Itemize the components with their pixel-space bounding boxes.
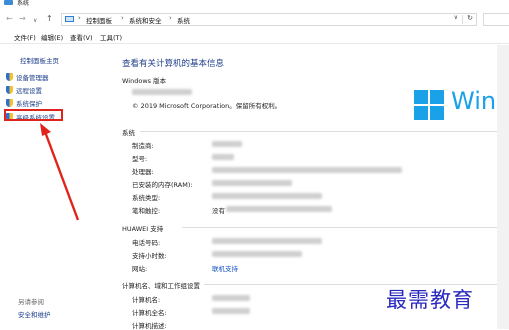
section-divider bbox=[140, 131, 497, 132]
breadcrumb-separator: › bbox=[78, 14, 81, 22]
menu-tools[interactable]: 工具(T) bbox=[100, 32, 122, 42]
model-label: 型号: bbox=[132, 155, 148, 163]
address-dropdown-chevron-icon[interactable]: ∨ bbox=[454, 14, 458, 21]
windows-logo-icon bbox=[414, 90, 444, 120]
computer-name-label: 计算机名: bbox=[132, 296, 161, 304]
breadcrumb-system-security[interactable]: 系统和安全 bbox=[129, 15, 162, 25]
model-value-redacted bbox=[212, 154, 234, 160]
windows-edition-heading: Windows 版本 bbox=[122, 77, 167, 85]
pen-touch-label: 笔和触控: bbox=[132, 207, 161, 215]
sidebar-item-label: 远程设置 bbox=[16, 87, 42, 95]
system-type-value-redacted bbox=[212, 193, 322, 199]
manufacturer-label: 制造商: bbox=[132, 142, 154, 150]
refresh-icon[interactable]: ↻ bbox=[467, 14, 473, 22]
back-arrow-icon[interactable]: ← bbox=[6, 14, 13, 24]
system-window-icon bbox=[4, 0, 13, 5]
menu-file[interactable]: 文件(F) bbox=[14, 32, 36, 42]
search-input[interactable] bbox=[483, 13, 509, 26]
computer-full-name-label: 计算机全名: bbox=[132, 309, 167, 317]
support-hours-label: 支持小时数: bbox=[132, 252, 167, 260]
sidebar-item-label: 系统保护 bbox=[16, 100, 42, 108]
navigation-bar: ← → ∨ ↑ › 控制面板 › 系统和安全 › 系统 ∨ ↻ bbox=[0, 10, 509, 28]
support-heading: HUAWEI 支持 bbox=[122, 225, 164, 233]
sidebar-item-device-manager[interactable]: 设备管理器 bbox=[6, 72, 49, 82]
menu-bar: 文件(F) 编辑(E) 查看(V) 工具(T) bbox=[0, 28, 509, 44]
up-arrow-icon[interactable]: ↑ bbox=[46, 14, 53, 24]
system-heading: 系统 bbox=[122, 129, 135, 137]
processor-label: 处理器: bbox=[132, 168, 154, 176]
edition-name-redacted bbox=[132, 89, 192, 95]
menu-view[interactable]: 查看(V) bbox=[70, 32, 93, 42]
red-arrow-annotation bbox=[40, 123, 80, 221]
system-type-label: 系统类型: bbox=[132, 194, 161, 202]
breadcrumb-system[interactable]: 系统 bbox=[177, 15, 190, 25]
sidebar-item-label: 设备管理器 bbox=[16, 74, 49, 82]
forward-arrow-icon[interactable]: → bbox=[19, 14, 26, 24]
watermark-text: 最需教育 bbox=[386, 288, 474, 312]
shield-icon bbox=[6, 99, 13, 107]
security-maintenance-link[interactable]: 安全和维护 bbox=[18, 309, 51, 319]
windows-logo-text: Win bbox=[451, 87, 497, 115]
support-hours-value-redacted bbox=[212, 251, 302, 257]
breadcrumb-control-panel[interactable]: 控制面板 bbox=[86, 15, 112, 25]
sidebar: 控制面板主页 设备管理器 远程设置 系统保护 高级系统设置 另请参阅 安全和维护 bbox=[0, 45, 112, 329]
phone-value-redacted bbox=[212, 238, 322, 244]
sidebar-item-remote-settings[interactable]: 远程设置 bbox=[6, 85, 42, 95]
section-divider bbox=[182, 227, 497, 228]
ram-label: 已安装的内存(RAM): bbox=[132, 181, 193, 189]
title-bar: 系统 bbox=[0, 0, 509, 8]
phone-label: 电话号码: bbox=[132, 239, 161, 247]
processor-value-redacted bbox=[212, 167, 402, 173]
website-label: 网站: bbox=[132, 265, 148, 273]
breadcrumb-separator: › bbox=[169, 14, 172, 22]
online-support-link[interactable]: 联机支持 bbox=[212, 263, 238, 273]
computer-name-value-redacted bbox=[212, 295, 250, 301]
sidebar-item-control-panel-home[interactable]: 控制面板主页 bbox=[20, 55, 59, 65]
ram-value-redacted bbox=[212, 180, 292, 186]
window-title: 系统 bbox=[17, 0, 30, 7]
address-bar[interactable]: › 控制面板 › 系统和安全 › 系统 ∨ ↻ bbox=[61, 13, 477, 26]
computer-name-heading: 计算机名、域和工作组设置 bbox=[122, 282, 200, 290]
breadcrumb-separator: › bbox=[121, 14, 124, 22]
highlight-box bbox=[4, 109, 63, 121]
pen-touch-value-redacted bbox=[226, 206, 332, 212]
shield-icon bbox=[6, 73, 13, 81]
system-window: 系统 ← → ∨ ↑ › 控制面板 › 系统和安全 › 系统 ∨ ↻ 文件(F)… bbox=[0, 0, 509, 330]
computer-full-name-value-redacted bbox=[212, 308, 250, 314]
copyright-text: © 2019 Microsoft Corporation。保留所有权利。 bbox=[132, 102, 282, 110]
manufacturer-value-redacted bbox=[212, 141, 242, 147]
pen-touch-value: 没有 bbox=[212, 207, 225, 215]
shield-icon bbox=[6, 86, 13, 94]
address-divider bbox=[462, 15, 463, 24]
menu-edit[interactable]: 编辑(E) bbox=[41, 32, 63, 42]
page-title: 查看有关计算机的基本信息 bbox=[122, 59, 225, 69]
vertical-scrollbar[interactable] bbox=[497, 45, 509, 329]
control-panel-icon bbox=[65, 16, 74, 22]
sidebar-item-system-protection[interactable]: 系统保护 bbox=[6, 98, 42, 108]
recent-locations-chevron-icon[interactable]: ∨ bbox=[33, 16, 37, 26]
see-also-heading: 另请参阅 bbox=[18, 298, 44, 306]
